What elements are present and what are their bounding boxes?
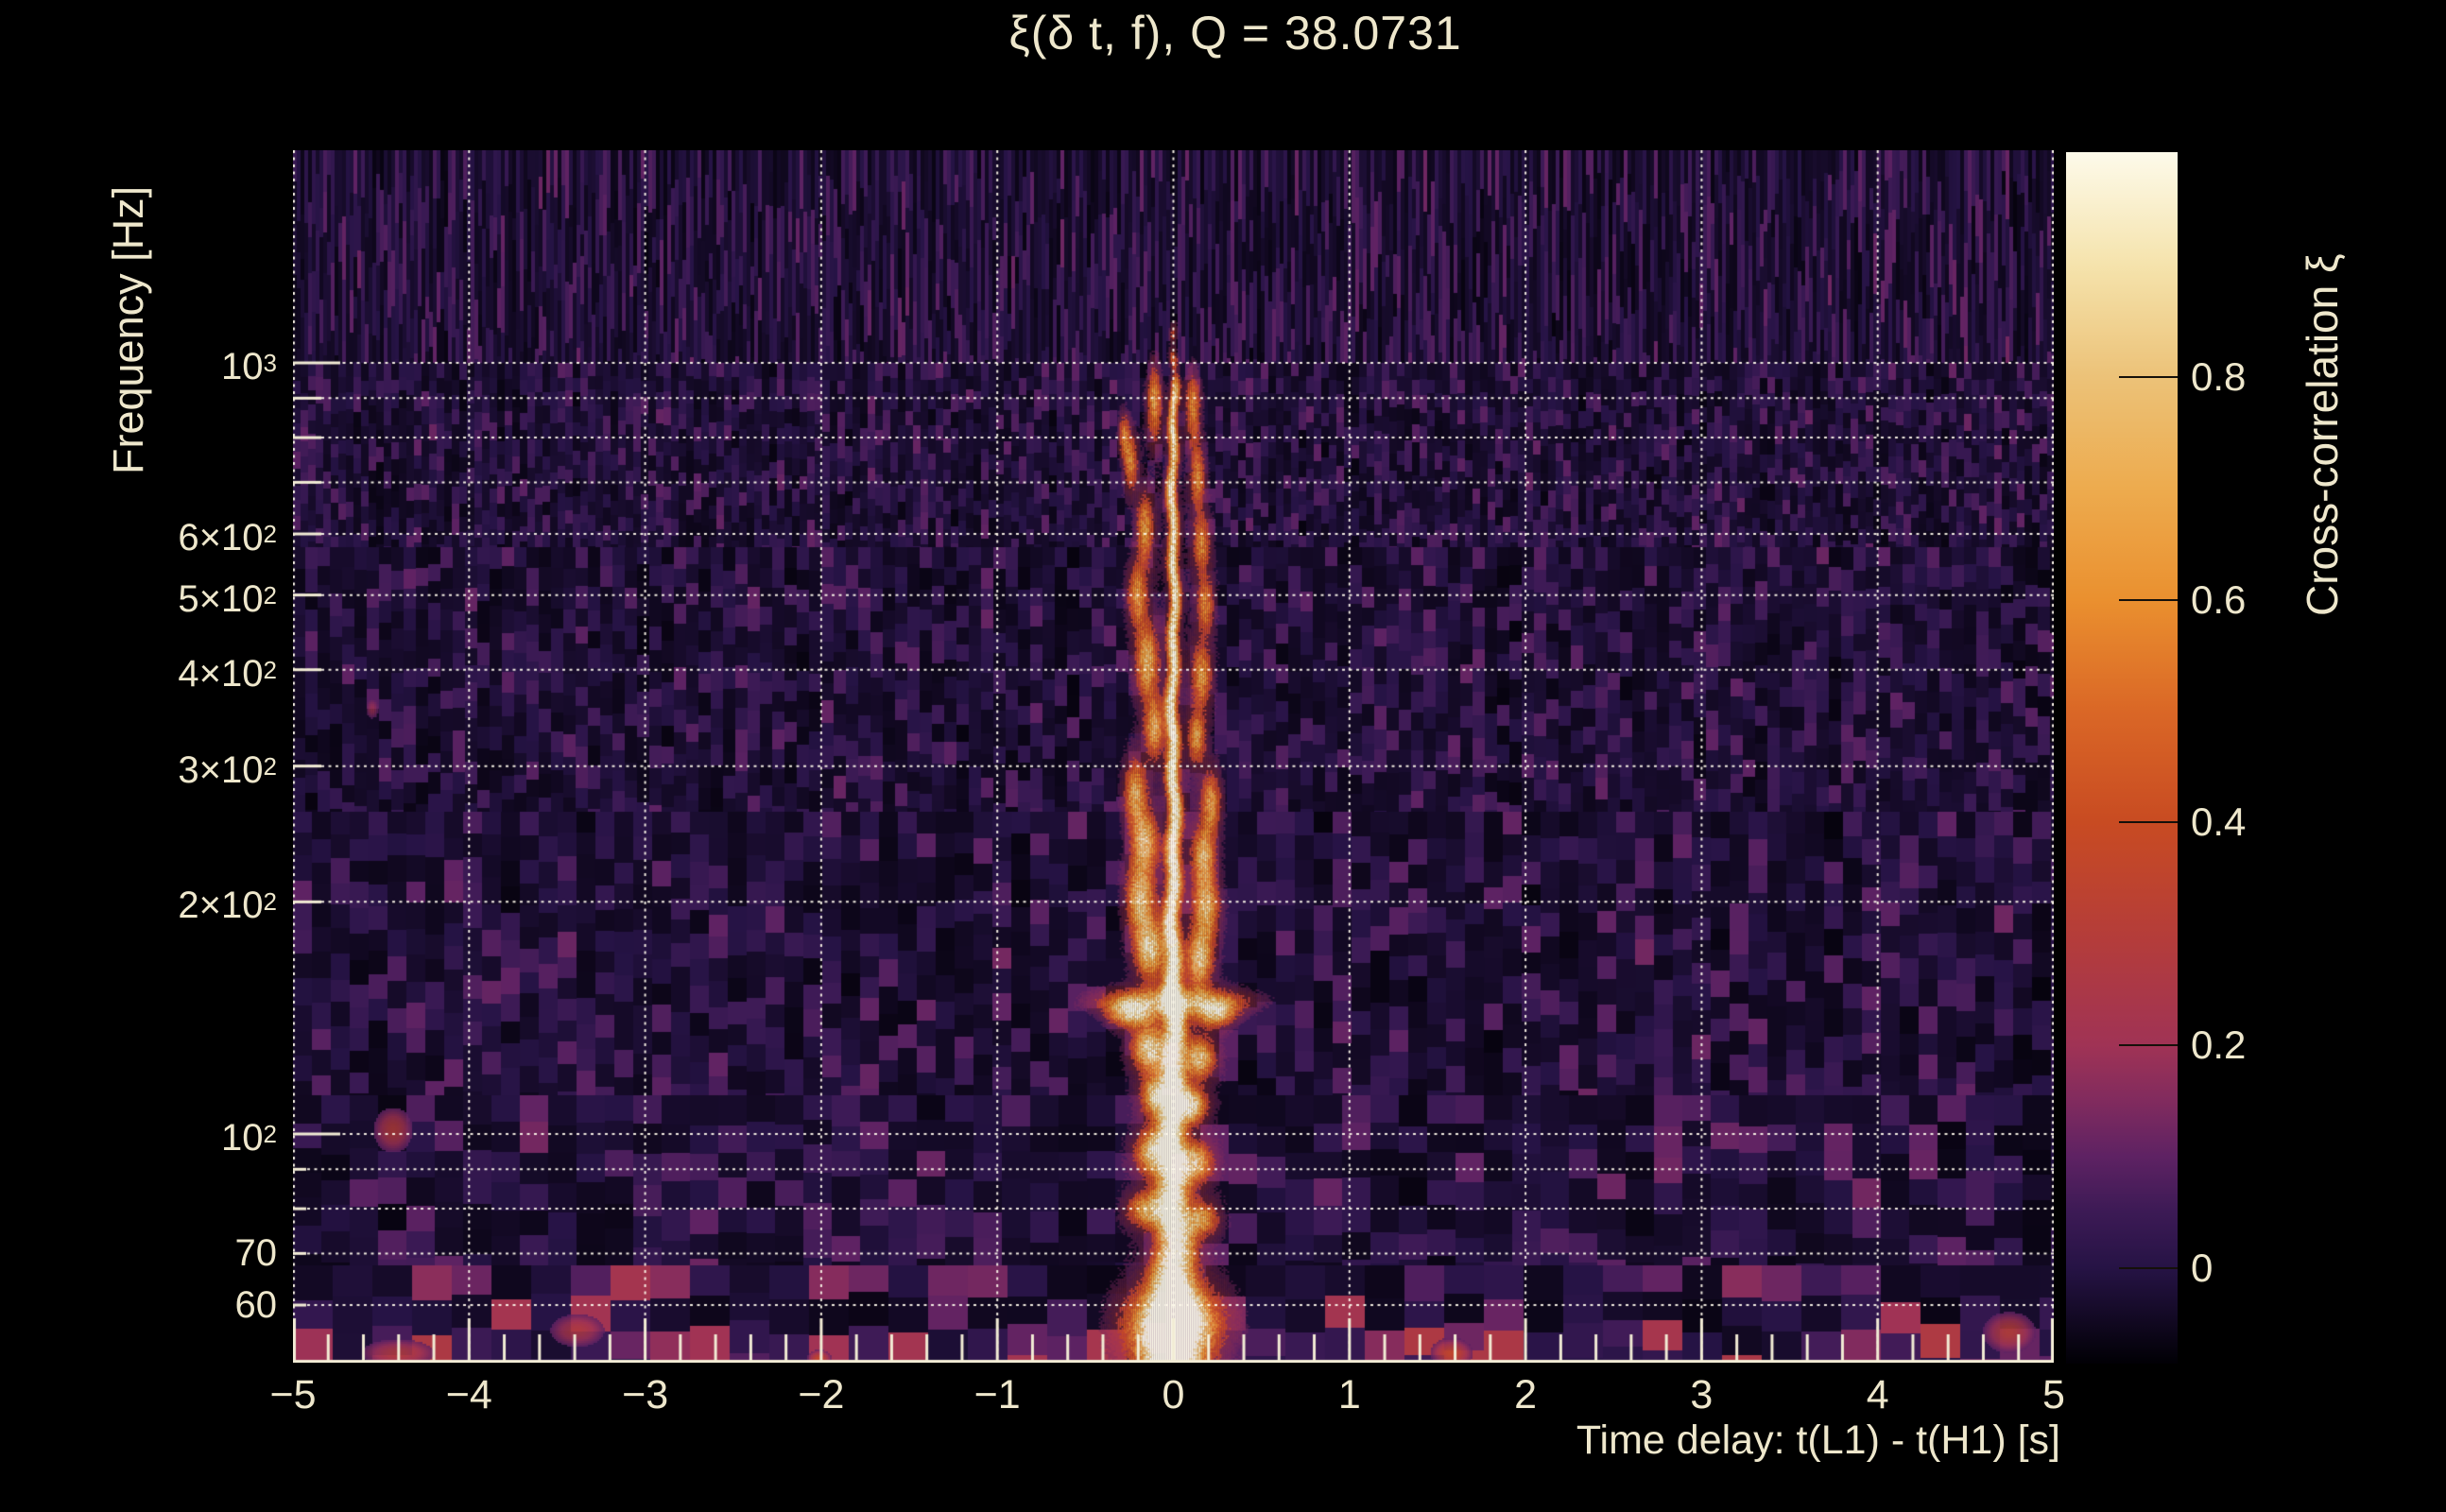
y-tick-label: 6×102: [178, 517, 277, 559]
colorbar-tick-label: 0.4: [2191, 799, 2247, 845]
x-tick-label: −2: [798, 1372, 845, 1418]
colorbar-tick: [2119, 598, 2178, 601]
y-tick-label: 70: [234, 1232, 278, 1275]
x-tick-label: 1: [1337, 1372, 1361, 1418]
y-tick-label: 2×102: [178, 885, 277, 927]
colorbar-tick-label: 0.6: [2191, 576, 2247, 622]
colorbar-tick-label: 0.2: [2191, 1022, 2247, 1067]
heatmap-canvas: [293, 150, 2054, 1363]
colorbar-tick-label: 0: [2191, 1245, 2213, 1290]
y-tick-label: 60: [234, 1284, 278, 1327]
colorbar-tick: [2119, 376, 2178, 379]
x-tick-label: −3: [622, 1372, 669, 1418]
colorbar-label: Cross-correlation ξ: [2298, 253, 2347, 616]
x-axis-label: Time delay: t(L1) - t(H1) [s]: [1576, 1418, 2060, 1463]
colorbar-tick: [2119, 1266, 2178, 1269]
colorbar-tick-label: 0.8: [2191, 354, 2247, 400]
x-tick-label: 4: [1866, 1372, 1889, 1418]
colorbar-tick: [2119, 821, 2178, 824]
y-tick-label: 102: [221, 1117, 277, 1159]
qscan-cross-correlation-figure: ξ(δ t, f), Q = 38.0731 Frequency [Hz] 10…: [0, 0, 2446, 1512]
colorbar-gradient: [2066, 152, 2178, 1364]
x-tick-label: −1: [973, 1372, 1021, 1418]
y-tick-label: 5×102: [178, 577, 277, 620]
y-axis-label: Frequency [Hz]: [104, 185, 152, 474]
x-tick-label: 5: [2042, 1372, 2065, 1418]
x-tick-label: −4: [445, 1372, 492, 1418]
x-tick-label: 0: [1162, 1372, 1185, 1418]
x-tick-label: 2: [1514, 1372, 1538, 1418]
x-tick-label: 3: [1690, 1372, 1714, 1418]
x-tick-label: −5: [269, 1372, 317, 1418]
y-tick-label: 4×102: [178, 652, 277, 695]
colorbar-tick: [2119, 1044, 2178, 1046]
y-tick-label: 3×102: [178, 748, 277, 791]
chart-title: ξ(δ t, f), Q = 38.0731: [1008, 7, 1462, 60]
y-tick-label: 103: [221, 346, 277, 387]
